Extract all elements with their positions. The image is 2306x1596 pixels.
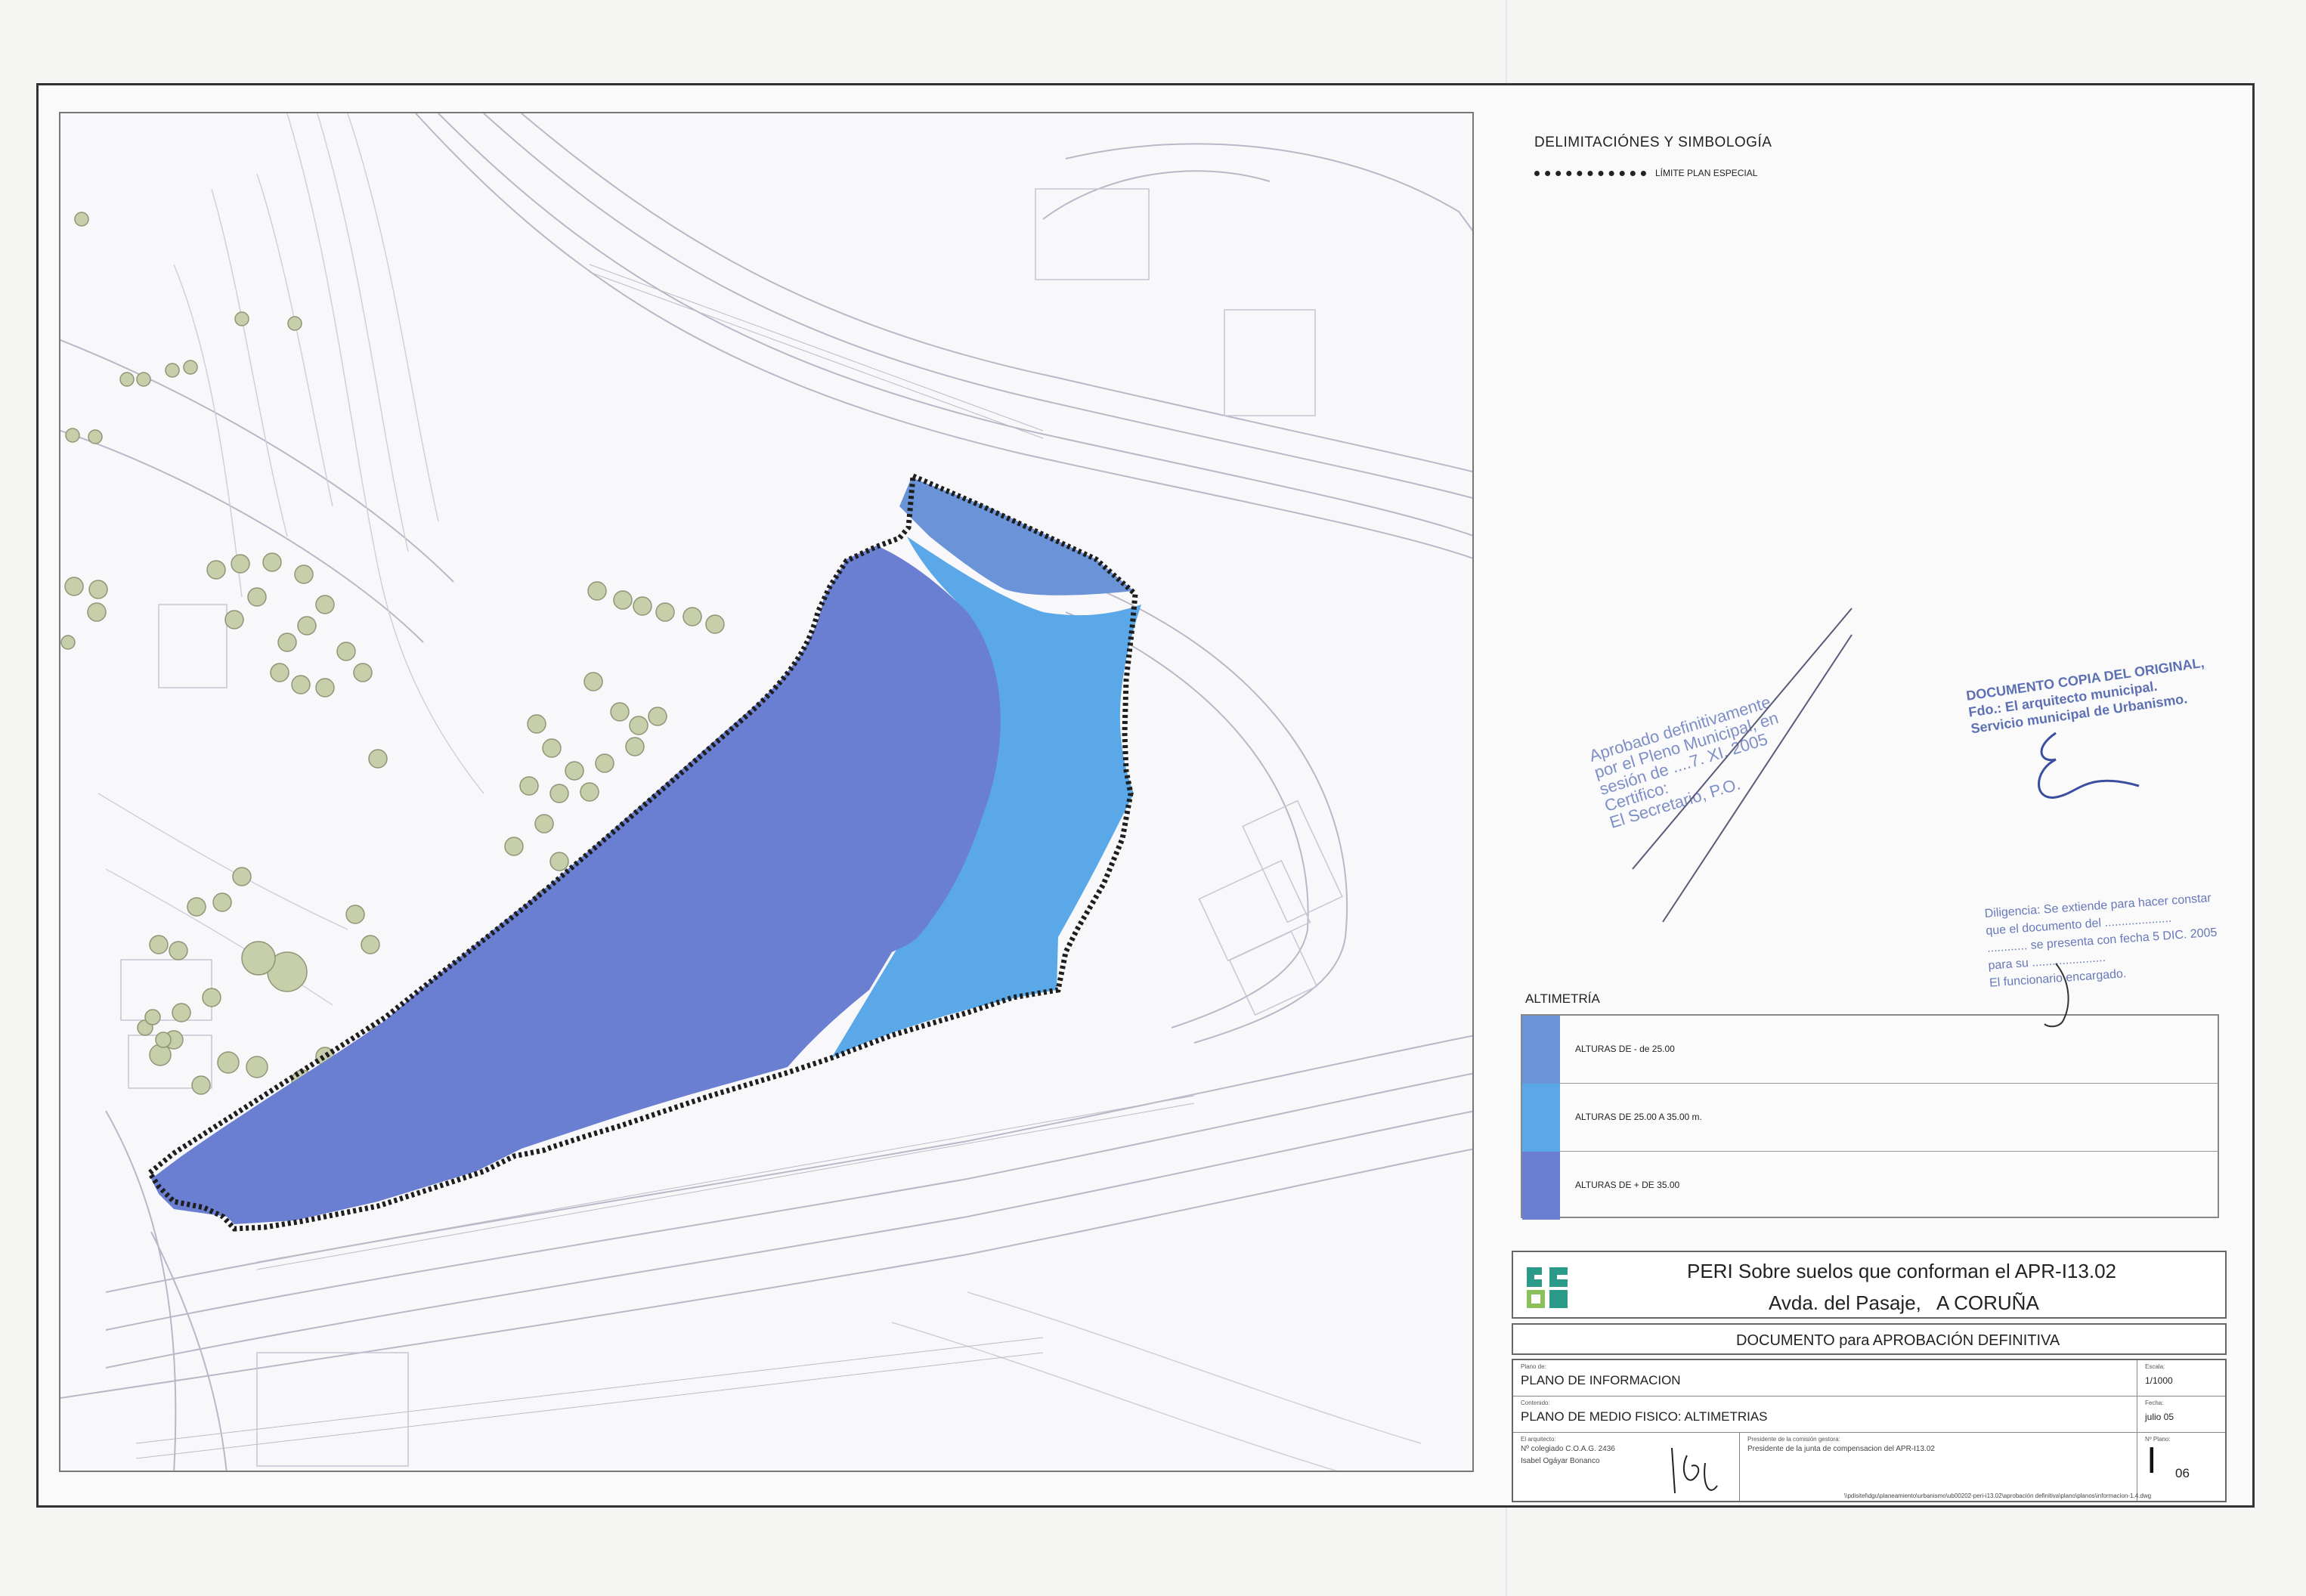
legend: DELIMITACIÓNES Y SIMBOLOGÍA LÍMITE PLAN …	[1534, 135, 1772, 178]
map-canvas	[60, 113, 1472, 1471]
contenido-value: PLANO DE MEDIO FISICO: ALTIMETRIAS	[1521, 1409, 1768, 1424]
approval-signature-stroke	[1632, 608, 1853, 923]
boundary-label: LÍMITE PLAN ESPECIAL	[1655, 168, 1758, 178]
altimetria-label-mid: ALTURAS DE 25.00 A 35.00 m.	[1575, 1112, 1702, 1122]
arquitecto-cell: El arquitecto: Nº colegiado C.O.A.G. 243…	[1513, 1433, 1740, 1501]
project-address: Avda. del Pasaje,	[1769, 1291, 1921, 1314]
altimetry-zones	[151, 478, 1141, 1224]
fecha-caption: Fecha:	[2145, 1400, 2164, 1406]
diligence-signature	[2044, 963, 2069, 1028]
altimetria-legend-table: ALTURAS DE - de 25.00 ALTURAS DE 25.00 A…	[1521, 1014, 2219, 1220]
escala-value: 1/1000	[2145, 1375, 2173, 1386]
escala-caption: Escala:	[2145, 1363, 2165, 1370]
boundary-line-symbol	[1534, 170, 1646, 176]
altimetria-row-high: ALTURAS DE + DE 35.00	[1522, 1152, 2218, 1220]
plano-value: PLANO DE INFORMACION	[1521, 1373, 1681, 1387]
map-panel[interactable]	[59, 112, 1474, 1472]
presidente-caption: Presidente de la comisión gestora:	[1747, 1436, 1840, 1443]
project-city: A CORUÑA	[1936, 1291, 2039, 1314]
document-stage: DOCUMENTO para APROBACIÓN DEFINITIVA	[1736, 1332, 2060, 1349]
project-title: PERI Sobre suelos que conforman el APR-I…	[1687, 1260, 2116, 1282]
legend-heading: DELIMITACIÓNES Y SIMBOLOGÍA	[1534, 135, 1772, 150]
contenido-cell: Contenido: PLANO DE MEDIO FISICO: ALTIME…	[1513, 1396, 2137, 1433]
fecha-value: julio 05	[2145, 1412, 2174, 1422]
presidente-cell: Presidente de la comisión gestora: Presi…	[1740, 1433, 2137, 1501]
plano-cell: Plano de: PLANO DE INFORMACION	[1513, 1360, 2137, 1396]
plano-number-main: I	[2147, 1440, 2157, 1481]
plano-caption: Plano de:	[1521, 1363, 1546, 1370]
swatch-above-35	[1522, 1152, 1560, 1220]
plano-number-sub: 06	[2175, 1466, 2190, 1480]
legend-boundary-row: LÍMITE PLAN ESPECIAL	[1534, 168, 1837, 178]
altimetria-row-mid: ALTURAS DE 25.00 A 35.00 m.	[1522, 1084, 2218, 1152]
arquitecto-caption: El arquitecto:	[1521, 1436, 1556, 1443]
altimetria-title: ALTIMETRÍA	[1525, 991, 1600, 1006]
swatch-25-to-35	[1522, 1084, 1560, 1152]
title-block-info: Plano de: PLANO DE INFORMACION Escala: 1…	[1512, 1359, 2227, 1502]
zone-below-25	[899, 478, 1134, 595]
copy-signature	[2038, 732, 2140, 799]
arquitecto-signature	[1671, 1447, 1718, 1494]
zone-above-35	[151, 546, 1001, 1224]
altimetria-label-high: ALTURAS DE + DE 35.00	[1575, 1180, 1680, 1190]
diligence-stamp: Diligencia: Se extiende para hacer const…	[1984, 889, 2220, 992]
file-path: \\pdisitel\dgu\planeamiento\urbanismo\ub…	[1844, 1492, 2152, 1499]
swatch-below-25	[1522, 1016, 1560, 1084]
document-stage-box: DOCUMENTO para APROBACIÓN DEFINITIVA	[1512, 1323, 2227, 1355]
arquitecto-name: Isabel Ogáyar Bonanco	[1521, 1457, 1600, 1465]
escala-cell: Escala: 1/1000	[2137, 1360, 2225, 1396]
altimetria-row-low: ALTURAS DE - de 25.00	[1522, 1016, 2218, 1084]
altimetria-label-low: ALTURAS DE - de 25.00	[1575, 1044, 1675, 1054]
project-title-box: PERI Sobre suelos que conforman el APR-I…	[1512, 1251, 2227, 1319]
presidente-value: Presidente de la junta de compensacion d…	[1747, 1445, 1935, 1453]
plano-number-cell: Nº Plano: I 06	[2137, 1433, 2225, 1501]
municipal-logo	[1521, 1261, 1574, 1314]
arquitecto-license: Nº colegiado C.O.A.G. 2436	[1521, 1445, 1615, 1453]
contenido-caption: Contenido:	[1521, 1400, 1550, 1406]
fecha-cell: Fecha: julio 05	[2137, 1396, 2225, 1433]
